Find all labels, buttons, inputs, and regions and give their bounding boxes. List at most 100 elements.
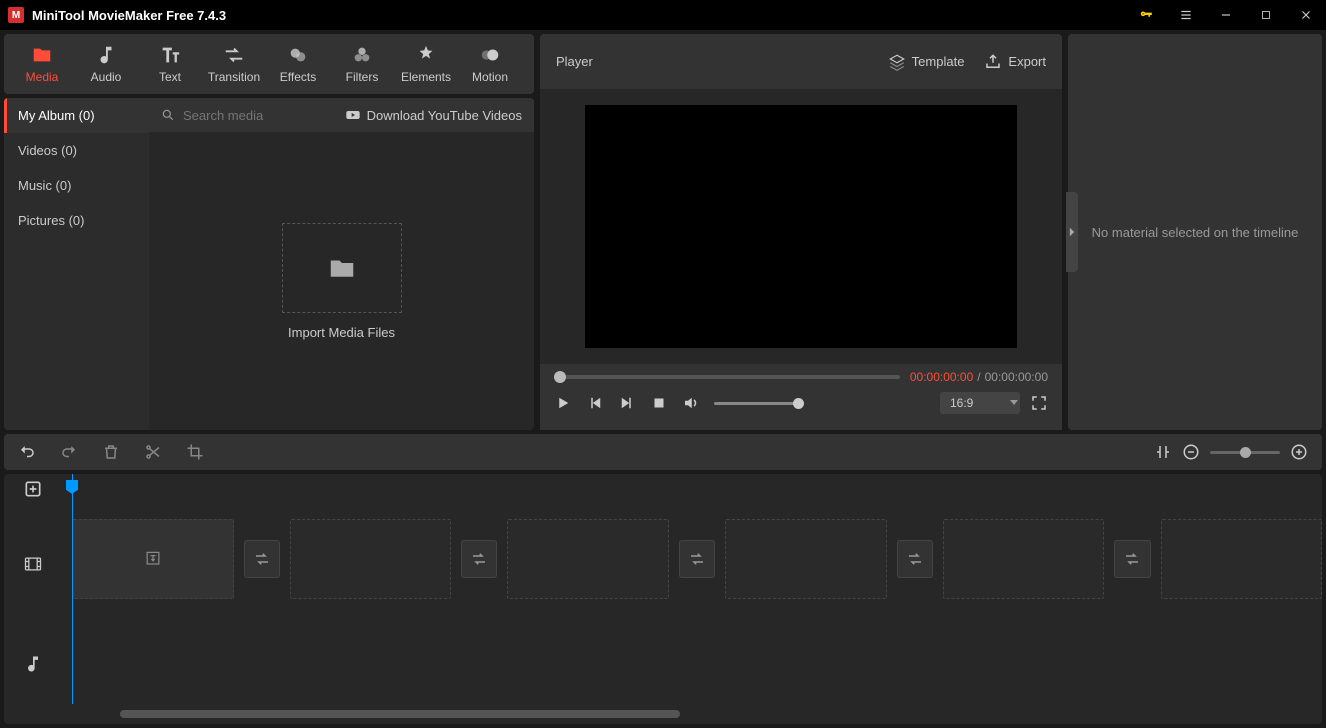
video-preview xyxy=(585,105,1017,348)
next-frame-button[interactable] xyxy=(618,394,636,412)
timeline-body[interactable] xyxy=(62,474,1322,724)
tab-effects[interactable]: Effects xyxy=(266,34,330,94)
search-input[interactable] xyxy=(181,107,321,124)
transition-slot[interactable] xyxy=(679,540,715,578)
playhead[interactable] xyxy=(72,474,73,704)
timeline-toolbar xyxy=(4,434,1322,470)
menu-icon[interactable] xyxy=(1166,0,1206,30)
tab-audio[interactable]: Audio xyxy=(74,34,138,94)
sidebar-item-myalbum[interactable]: My Album (0) xyxy=(4,98,149,133)
clip-slot[interactable] xyxy=(725,519,887,599)
tab-media-label: Media xyxy=(26,70,59,84)
player-controls: 00:00:00:00 / 00:00:00:00 16:9 xyxy=(540,364,1062,430)
main-tabs: Media Audio Text Transition Effects Filt… xyxy=(4,34,534,94)
tab-effects-label: Effects xyxy=(280,70,316,84)
tab-media[interactable]: Media xyxy=(10,34,74,94)
chevron-right-icon xyxy=(1068,227,1076,237)
app-logo-icon: M xyxy=(8,7,24,23)
progress-row: 00:00:00:00 / 00:00:00:00 xyxy=(554,370,1048,384)
media-toolbar: Download YouTube Videos xyxy=(149,98,534,132)
template-icon xyxy=(888,53,906,71)
sidebar-item-videos[interactable]: Videos (0) xyxy=(4,133,149,168)
no-selection-message: No material selected on the timeline xyxy=(1092,225,1299,240)
clip-slot[interactable] xyxy=(72,519,234,599)
progress-slider[interactable] xyxy=(554,375,900,379)
sidebar-item-music[interactable]: Music (0) xyxy=(4,168,149,203)
tab-motion-label: Motion xyxy=(472,70,508,84)
sidebar-item-pictures[interactable]: Pictures (0) xyxy=(4,203,149,238)
transition-slot[interactable] xyxy=(1114,540,1150,578)
search-icon xyxy=(161,108,175,122)
timeline-scrollbar[interactable] xyxy=(120,710,1318,720)
tab-filters[interactable]: Filters xyxy=(330,34,394,94)
zoom-out-button[interactable] xyxy=(1182,443,1200,461)
minimize-button[interactable] xyxy=(1206,0,1246,30)
template-button[interactable]: Template xyxy=(888,53,965,71)
tab-filters-label: Filters xyxy=(346,70,379,84)
tab-text[interactable]: Text xyxy=(138,34,202,94)
player-title: Player xyxy=(556,54,868,69)
media-body: My Album (0) Videos (0) Music (0) Pictur… xyxy=(4,98,534,430)
download-youtube-label: Download YouTube Videos xyxy=(367,108,522,123)
video-track-header[interactable] xyxy=(4,504,62,624)
import-media-button[interactable] xyxy=(282,223,402,313)
export-label: Export xyxy=(1008,54,1046,69)
tab-elements-label: Elements xyxy=(401,70,451,84)
clip-slot[interactable] xyxy=(943,519,1105,599)
time-current: 00:00:00:00 xyxy=(910,370,973,384)
tab-motion[interactable]: Motion xyxy=(458,34,522,94)
audio-track-header[interactable] xyxy=(4,624,62,704)
transition-slot[interactable] xyxy=(244,540,280,578)
clip-slot[interactable] xyxy=(507,519,669,599)
import-media-label: Import Media Files xyxy=(288,325,395,340)
tab-transition[interactable]: Transition xyxy=(202,34,266,94)
window-controls-group xyxy=(1126,0,1326,30)
media-content: Download YouTube Videos Import Media Fil… xyxy=(149,98,534,430)
auto-fit-button[interactable] xyxy=(1154,443,1172,461)
volume-slider[interactable] xyxy=(714,402,804,405)
tab-text-label: Text xyxy=(159,70,181,84)
clip-slot[interactable] xyxy=(290,519,452,599)
export-button[interactable]: Export xyxy=(984,53,1046,71)
export-icon xyxy=(984,53,1002,71)
play-button[interactable] xyxy=(554,394,572,412)
zoom-in-button[interactable] xyxy=(1290,443,1308,461)
zoom-group xyxy=(1154,443,1308,461)
tab-elements[interactable]: Elements xyxy=(394,34,458,94)
download-youtube-link[interactable]: Download YouTube Videos xyxy=(345,107,522,123)
transition-slot[interactable] xyxy=(897,540,933,578)
maximize-button[interactable] xyxy=(1246,0,1286,30)
folder-icon xyxy=(327,253,357,283)
player-preview-area xyxy=(540,89,1062,364)
main-row: Media Audio Text Transition Effects Filt… xyxy=(0,30,1326,430)
video-track xyxy=(62,514,1322,604)
volume-button[interactable] xyxy=(682,394,700,412)
aspect-wrap: 16:9 xyxy=(940,392,1048,414)
search-wrap xyxy=(161,107,337,124)
timeline xyxy=(4,474,1322,724)
clip-slot[interactable] xyxy=(1161,519,1322,599)
tab-transition-label: Transition xyxy=(208,70,260,84)
close-button[interactable] xyxy=(1286,0,1326,30)
redo-button[interactable] xyxy=(60,443,78,461)
control-row: 16:9 xyxy=(554,392,1048,414)
add-track-button[interactable] xyxy=(4,474,62,504)
download-clip-icon xyxy=(143,549,163,569)
aspect-ratio-select[interactable]: 16:9 xyxy=(940,392,1020,414)
player-header: Player Template Export xyxy=(540,34,1062,89)
time-total: 00:00:00:00 xyxy=(985,370,1048,384)
undo-button[interactable] xyxy=(18,443,36,461)
delete-button[interactable] xyxy=(102,443,120,461)
crop-button[interactable] xyxy=(186,443,204,461)
key-icon[interactable] xyxy=(1126,0,1166,30)
split-button[interactable] xyxy=(144,443,162,461)
transition-slot[interactable] xyxy=(461,540,497,578)
fullscreen-button[interactable] xyxy=(1030,394,1048,412)
prev-frame-button[interactable] xyxy=(586,394,604,412)
properties-panel: No material selected on the timeline xyxy=(1068,34,1322,430)
timeline-track-headers xyxy=(4,474,62,724)
stop-button[interactable] xyxy=(650,394,668,412)
collapse-right-button[interactable] xyxy=(1066,192,1078,272)
app-title: MiniTool MovieMaker Free 7.4.3 xyxy=(32,8,1126,23)
zoom-slider[interactable] xyxy=(1210,451,1280,454)
